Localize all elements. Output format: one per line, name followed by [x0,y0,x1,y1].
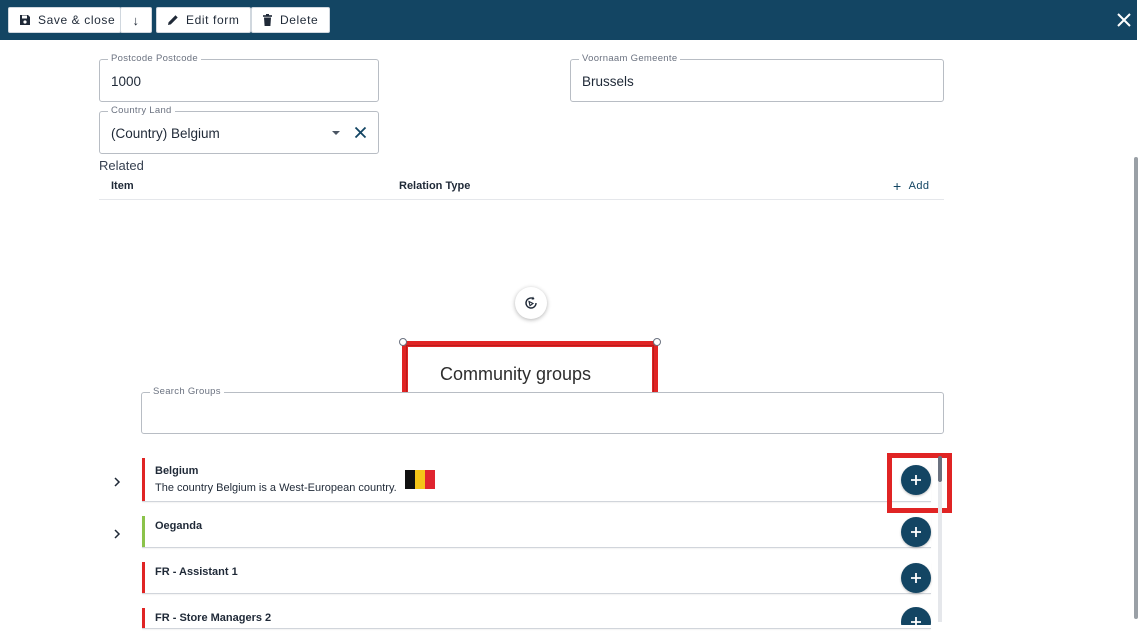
clear-icon[interactable] [354,126,367,139]
list-item[interactable]: Belgium The country Belgium is a West-Eu… [142,458,931,502]
save-close-label: Save & close [38,13,116,27]
save-close-button[interactable]: Save & close [8,7,121,33]
delete-button[interactable]: Delete [251,7,330,33]
status-bar [142,516,145,547]
chevron-right-icon[interactable] [112,477,122,487]
add-group-button[interactable] [901,517,931,547]
edit-form-label: Edit form [186,13,240,27]
plus-icon [911,617,921,625]
column-header-relation-type: Relation Type [399,180,471,192]
caret-down-icon[interactable] [331,130,341,136]
country-label: Country Land [108,105,175,117]
add-group-button[interactable] [901,563,931,593]
gemeente-field[interactable]: Voornaam Gemeente Brussels [570,53,944,102]
postcode-label: Postcode Postcode [108,53,201,65]
plus-icon [911,527,921,537]
list-scrollbar-thumb[interactable] [938,456,942,482]
related-title: Related [99,158,144,173]
list-scrollbar[interactable] [938,482,942,622]
close-icon[interactable] [1116,12,1132,28]
refresh-icon [525,296,537,309]
add-group-button-clip [901,607,931,625]
plus-icon: + [893,177,902,194]
save-options-button[interactable]: ↓ [120,7,152,33]
add-group-button[interactable] [901,607,931,625]
group-name: FR - Assistant 1 [155,566,238,578]
gemeente-label: Voornaam Gemeente [579,53,681,65]
belgium-flag-icon [405,470,435,489]
add-button-highlight-box [887,453,952,513]
page-scrollbar-thumb[interactable] [1134,157,1138,619]
country-value: (Country) Belgium [111,126,220,141]
group-name: FR - Store Managers 2 [155,612,272,624]
add-label: Add [908,180,930,192]
list-item[interactable]: FR - Store Managers 2 [142,608,931,629]
community-groups-title: Community groups [440,364,592,384]
status-bar [142,562,145,593]
divider [99,199,944,200]
group-description: The country Belgium is a West-European c… [155,482,397,494]
save-icon [20,15,30,25]
gemeente-value: Brussels [582,74,634,89]
postcode-value: 1000 [111,74,142,89]
search-groups-label: Search Groups [150,386,224,398]
plus-icon [911,573,921,583]
add-related-button[interactable]: + Add [893,177,930,194]
refresh-button[interactable] [515,287,547,319]
status-bar [142,608,145,628]
list-item[interactable]: FR - Assistant 1 [142,562,931,594]
chevron-right-icon[interactable] [112,529,122,539]
resize-handle[interactable] [399,338,407,346]
country-select[interactable]: Country Land (Country) Belgium [99,105,379,154]
search-groups-input[interactable]: Search Groups [141,386,944,434]
trash-icon [263,14,272,26]
group-name: Belgium [155,465,199,477]
pencil-icon [168,15,178,25]
delete-label: Delete [280,13,319,27]
status-bar [142,458,145,501]
postcode-field[interactable]: Postcode Postcode 1000 [99,53,379,102]
list-item[interactable]: Oeganda [142,516,931,548]
edit-form-button[interactable]: Edit form [156,7,251,33]
down-arrow-icon: ↓ [132,12,140,28]
column-header-item: Item [111,180,134,192]
resize-handle[interactable] [653,338,661,346]
group-name: Oeganda [155,520,203,532]
